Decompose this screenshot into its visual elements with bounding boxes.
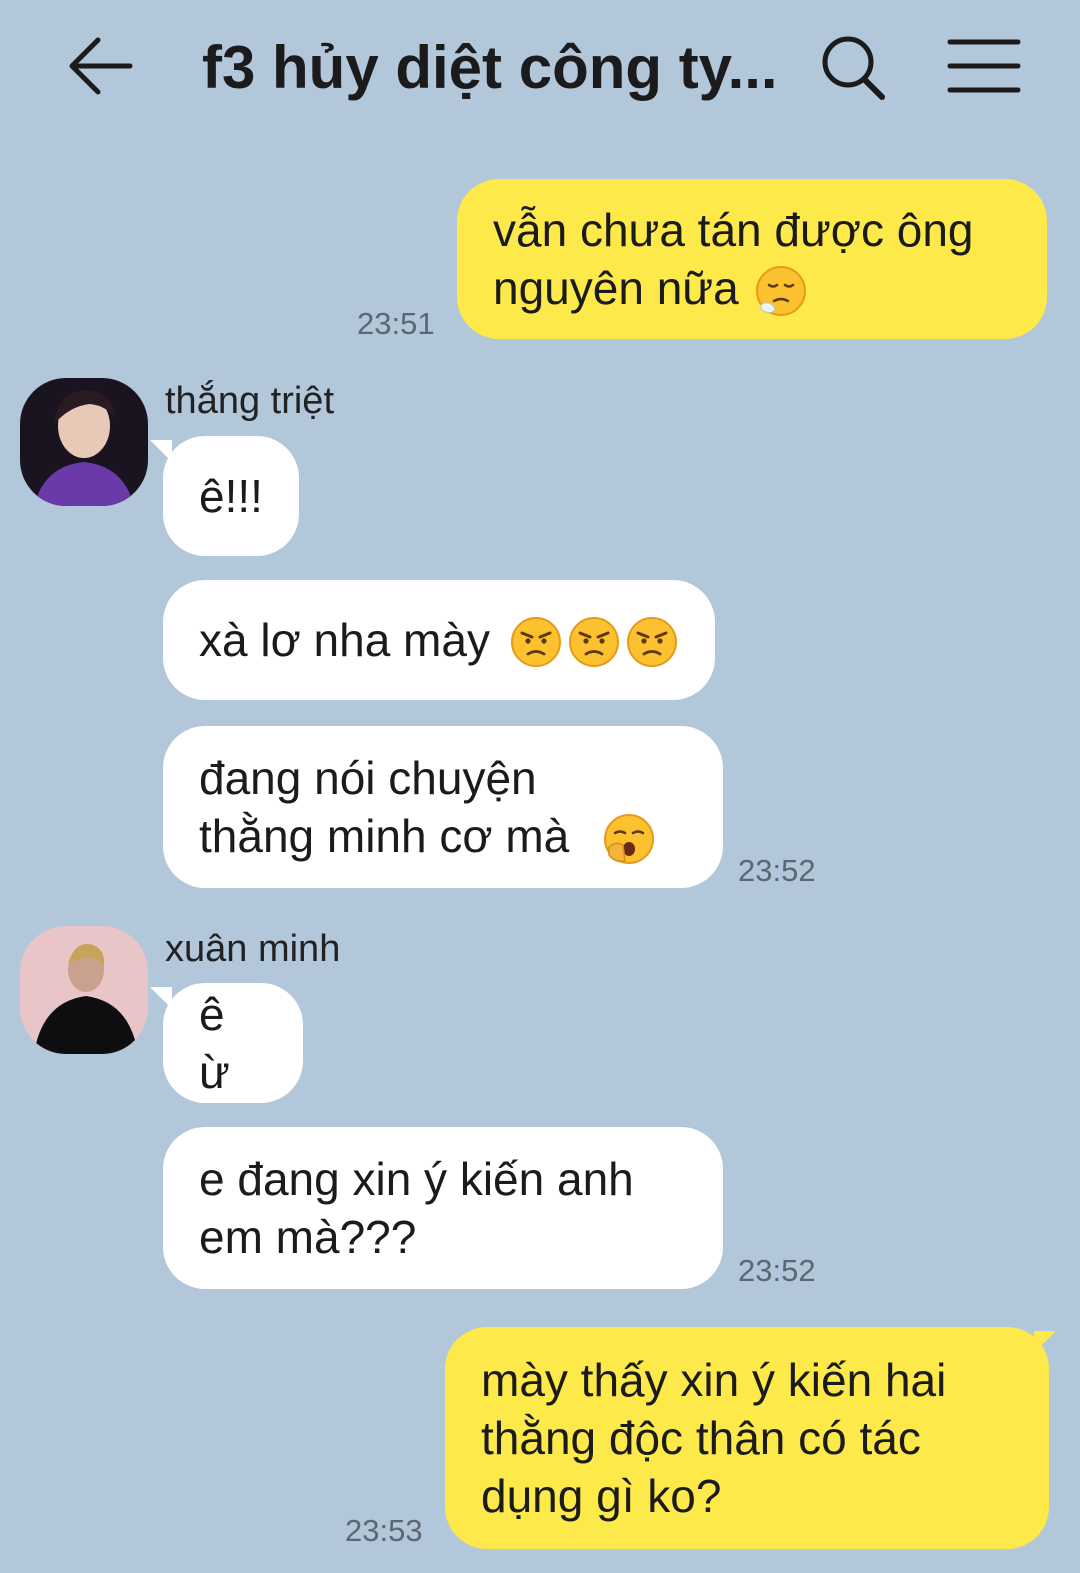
back-button[interactable] [60,26,140,106]
message-time: 23:52 [738,1253,816,1288]
search-button[interactable] [814,26,894,106]
angry-face-emoji-icon [626,616,678,668]
chat-title: f3 hủy diệt công ty... [202,34,778,101]
sender-name: thắng triệt [165,380,334,422]
avatar[interactable] [20,378,148,506]
message-bubble-incoming[interactable]: ê ừ [163,983,303,1103]
message-text: ê!!! [199,470,263,522]
message-text: vẫn chưa tán được ông nguyên nữa [493,204,974,314]
exhaling-face-emoji-icon [755,265,807,317]
arrow-left-icon [60,26,140,106]
message-text: xà lơ nha mày [199,614,490,666]
yawning-face-emoji-icon [603,813,655,865]
message-time: 23:51 [357,306,435,341]
sender-name: xuân minh [165,928,341,970]
message-bubble-incoming[interactable]: e đang xin ý kiến anh em mà??? [163,1127,723,1289]
angry-face-emoji-icon [568,616,620,668]
message-time: 23:52 [738,853,816,888]
message-bubble-outgoing[interactable]: vẫn chưa tán được ông nguyên nữa [457,179,1047,339]
message-text: mày thấy xin ý kiến hai thằng độc thân c… [481,1354,947,1522]
avatar[interactable] [20,926,148,1054]
angry-face-emoji-icon [510,616,562,668]
message-bubble-outgoing[interactable]: mày thấy xin ý kiến hai thằng độc thân c… [445,1327,1049,1549]
message-text: đang nói chuyện thằng minh cơ mà [199,752,570,862]
message-text: ê ừ [199,988,230,1098]
message-text: e đang xin ý kiến anh em mà??? [199,1153,634,1263]
search-icon [814,26,894,106]
hamburger-menu-icon [944,26,1024,106]
menu-button[interactable] [944,26,1024,106]
message-bubble-incoming[interactable]: ê!!! [163,436,299,556]
message-time: 23:53 [345,1513,423,1548]
